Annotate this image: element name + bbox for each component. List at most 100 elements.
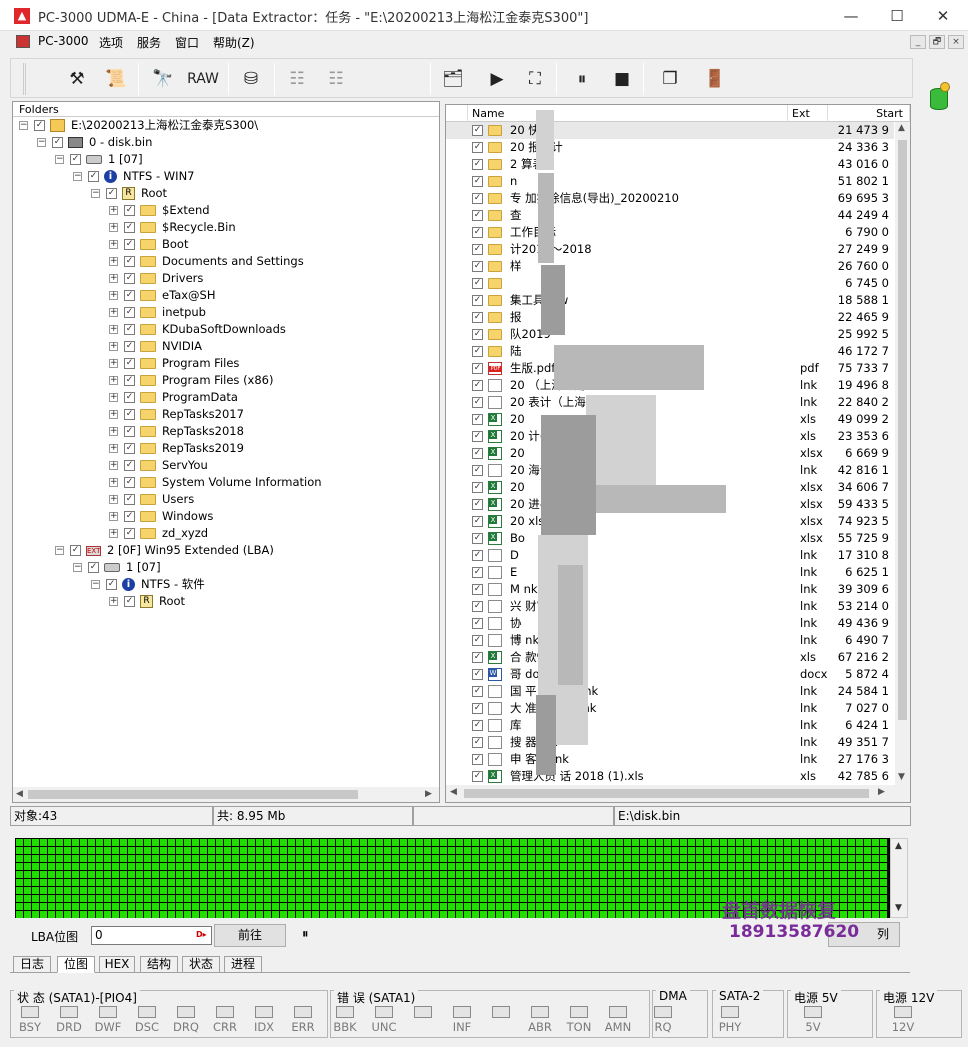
- row-checkbox[interactable]: ✓: [472, 703, 483, 714]
- expand-icon[interactable]: +: [109, 393, 118, 402]
- tree-node[interactable]: + ✓ Documents and Settings: [109, 253, 304, 270]
- expand-icon[interactable]: +: [109, 240, 118, 249]
- list-row[interactable]: ✓ 计2017～201827 249 9: [446, 241, 894, 258]
- menu-window[interactable]: 窗口: [175, 34, 199, 51]
- list-row[interactable]: ✓兴 财富版.lnklnk53 214 0: [446, 598, 894, 615]
- go-button[interactable]: 前往: [214, 924, 286, 947]
- scroll-icon[interactable]: 📜: [102, 65, 130, 93]
- tree-node[interactable]: + ✓ Program Files: [109, 355, 239, 372]
- database-icon[interactable]: [928, 82, 954, 112]
- row-checkbox[interactable]: ✓: [472, 431, 483, 442]
- tree-checkbox[interactable]: ✓: [124, 358, 135, 369]
- mdi-close-icon[interactable]: ×: [948, 35, 964, 49]
- tree-node[interactable]: + ✓ Program Files (x86): [109, 372, 273, 389]
- row-checkbox[interactable]: ✓: [472, 533, 483, 544]
- row-checkbox[interactable]: ✓: [472, 125, 483, 136]
- tree-checkbox[interactable]: ✓: [124, 494, 135, 505]
- list-row[interactable]: ✓ 2 算表 43 016 0: [446, 156, 894, 173]
- expand-icon[interactable]: +: [109, 325, 118, 334]
- list-row[interactable]: ✓20 报审计24 336 3: [446, 139, 894, 156]
- list-row[interactable]: ✓ 样 26 760 0: [446, 258, 894, 275]
- tree-node[interactable]: − ✓ EXT 2 [0F] Win95 Extended (LBA): [55, 542, 274, 559]
- tree-right-icon[interactable]: ☷: [322, 65, 350, 93]
- tree-checkbox[interactable]: ✓: [34, 120, 45, 131]
- row-checkbox[interactable]: ✓: [472, 329, 483, 340]
- list-row[interactable]: ✓ 报 22 465 9: [446, 309, 894, 326]
- expand-icon[interactable]: +: [109, 342, 118, 351]
- row-checkbox[interactable]: ✓: [472, 516, 483, 527]
- column-start[interactable]: Start: [828, 105, 910, 122]
- list-row[interactable]: ✓Boxlsx55 725 9: [446, 530, 894, 547]
- menu-service[interactable]: 服务: [137, 34, 161, 51]
- tree-checkbox[interactable]: ✓: [124, 222, 135, 233]
- list-row[interactable]: ✓ 查 44 249 4: [446, 207, 894, 224]
- expand-icon[interactable]: +: [109, 257, 118, 266]
- tree-node[interactable]: + ✓ NVIDIA: [109, 338, 202, 355]
- tree-checkbox[interactable]: ✓: [106, 579, 117, 590]
- row-checkbox[interactable]: ✓: [472, 737, 483, 748]
- list-row[interactable]: ✓ Dlnk 17 310 8: [446, 547, 894, 564]
- expand-icon[interactable]: +: [109, 444, 118, 453]
- tree-node[interactable]: + ✓ $Extend: [109, 202, 210, 219]
- list-row[interactable]: ✓合 款情况.xlsxls67 216 2: [446, 649, 894, 666]
- tree-node[interactable]: − ✓ i NTFS - WIN7: [73, 168, 194, 185]
- tree-checkbox[interactable]: ✓: [124, 392, 135, 403]
- collapse-icon[interactable]: −: [91, 580, 100, 589]
- tab-process[interactable]: 进程: [224, 956, 262, 973]
- list-row[interactable]: ✓20xls49 099 2: [446, 411, 894, 428]
- tree-checkbox[interactable]: ✓: [124, 596, 135, 607]
- binoculars-icon[interactable]: 🔭: [149, 65, 177, 93]
- row-checkbox[interactable]: ✓: [472, 142, 483, 153]
- mdi-restore-icon[interactable]: 🗗: [929, 35, 945, 49]
- tree-node[interactable]: + ✓ RepTasks2018: [109, 423, 244, 440]
- tree-node[interactable]: − ✓ i NTFS - 软件: [91, 576, 205, 593]
- list-row[interactable]: ✓ 集工具new 18 588 1: [446, 292, 894, 309]
- expand-icon[interactable]: +: [109, 410, 118, 419]
- minimize-icon[interactable]: —: [828, 2, 874, 30]
- row-checkbox[interactable]: ✓: [472, 618, 483, 629]
- tree-node[interactable]: − ✓ R Root: [91, 185, 167, 202]
- expand-icon[interactable]: +: [109, 461, 118, 470]
- row-checkbox[interactable]: ✓: [472, 550, 483, 561]
- row-checkbox[interactable]: ✓: [472, 363, 483, 374]
- tree-hscrollbar[interactable]: ◀ ▶: [13, 787, 439, 802]
- row-checkbox[interactable]: ✓: [472, 669, 483, 680]
- row-checkbox[interactable]: ✓: [472, 295, 483, 306]
- tree-checkbox[interactable]: ✓: [124, 528, 135, 539]
- raw-button[interactable]: RAW: [183, 65, 223, 93]
- list-row[interactable]: ✓ 6 745 0: [446, 275, 894, 292]
- windows-icon[interactable]: ❐: [656, 65, 684, 93]
- list-row[interactable]: ✓ n 51 802 1: [446, 173, 894, 190]
- list-row[interactable]: ✓ 博 nk lnk 6 490 7: [446, 632, 894, 649]
- list-row[interactable]: ✓申 客端.lnklnk27 176 3: [446, 751, 894, 768]
- tree-checkbox[interactable]: ✓: [124, 239, 135, 250]
- collapse-icon[interactable]: −: [73, 563, 82, 572]
- tree-checkbox[interactable]: ✓: [124, 341, 135, 352]
- lba-input[interactable]: 0 D▸: [91, 926, 212, 945]
- row-checkbox[interactable]: ✓: [472, 771, 483, 782]
- row-checkbox[interactable]: ✓: [472, 261, 483, 272]
- exit-icon[interactable]: 🚪: [701, 65, 729, 93]
- tree-node[interactable]: − ✓ 0 - disk.bin: [37, 134, 152, 151]
- row-checkbox[interactable]: ✓: [472, 278, 483, 289]
- list-row[interactable]: ✓ Elnk 6 625 1: [446, 564, 894, 581]
- tree-node[interactable]: − ✓ E:\20200213上海松江金泰克S300\: [19, 117, 258, 134]
- list-row[interactable]: ✓ 工作目标 6 790 0: [446, 224, 894, 241]
- row-checkbox[interactable]: ✓: [472, 584, 483, 595]
- tree-checkbox[interactable]: ✓: [124, 426, 135, 437]
- row-checkbox[interactable]: ✓: [472, 465, 483, 476]
- menu-pc3000[interactable]: PC-3000: [38, 34, 88, 48]
- expand-icon[interactable]: +: [109, 529, 118, 538]
- folder-save-icon[interactable]: 🗂: [439, 65, 467, 93]
- tree-node[interactable]: + ✓ Boot: [109, 236, 188, 253]
- list-row[interactable]: ✓国 平台2019.lnklnk24 584 1: [446, 683, 894, 700]
- tree-node[interactable]: + ✓ ProgramData: [109, 389, 238, 406]
- list-row[interactable]: ✓ 库 lnk 6 424 1: [446, 717, 894, 734]
- list-row[interactable]: ✓哥 docxdocx5 872 4: [446, 666, 894, 683]
- tab-log[interactable]: 日志: [13, 956, 51, 973]
- tab-hex[interactable]: HEX: [99, 956, 135, 973]
- tree-node[interactable]: + ✓ Users: [109, 491, 194, 508]
- list-row[interactable]: ✓ 协 lnk 49 436 9: [446, 615, 894, 632]
- menu-help[interactable]: 帮助(Z): [213, 34, 255, 51]
- tree-checkbox[interactable]: ✓: [88, 171, 99, 182]
